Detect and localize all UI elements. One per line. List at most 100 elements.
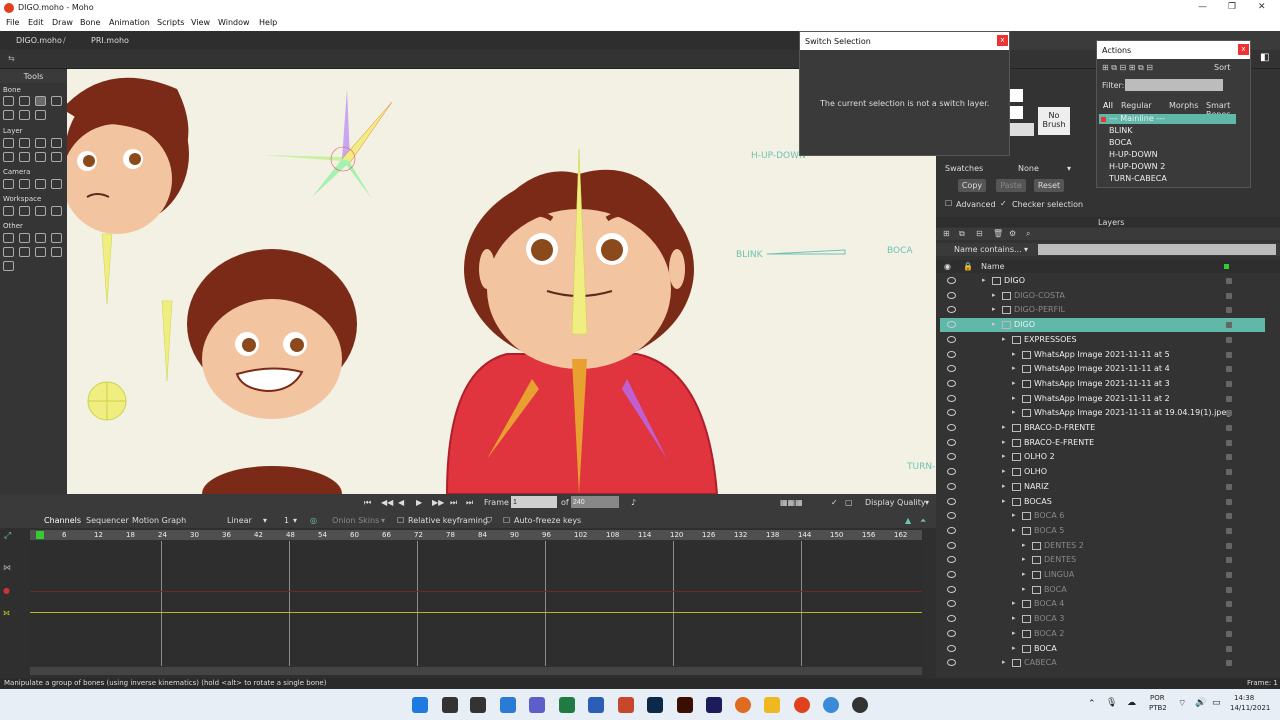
layer-row[interactable]: ▸ BOCA xyxy=(940,583,1265,597)
panel-toggle-icon[interactable]: ◧ xyxy=(1260,52,1269,63)
translate-layer-icon[interactable] xyxy=(19,138,30,148)
layer-color-icon[interactable] xyxy=(1226,572,1232,578)
interpolation-select[interactable]: Linear xyxy=(227,516,252,525)
step-forward-icon[interactable]: ⏭ xyxy=(450,498,457,508)
widgets-icon[interactable] xyxy=(500,697,516,713)
word-icon[interactable] xyxy=(588,697,604,713)
layer-color-icon[interactable] xyxy=(1226,483,1232,490)
expand-icon[interactable]: ▸ xyxy=(1012,599,1016,607)
eye-icon[interactable] xyxy=(947,629,956,637)
powerpoint-icon[interactable] xyxy=(618,697,634,713)
eye-icon[interactable] xyxy=(947,541,956,549)
collapse-icon[interactable]: ▲ xyxy=(905,516,911,525)
expand-icon[interactable]: ▸ xyxy=(1012,408,1016,416)
step-back-icon[interactable]: ◀◀ xyxy=(381,498,393,507)
layer-row[interactable]: ▸ CABECA xyxy=(940,656,1265,670)
layer-row[interactable]: ▸ DIGO xyxy=(940,274,1265,288)
checkbox-icon[interactable]: ✓ xyxy=(831,498,838,507)
orbit-workspace-icon[interactable] xyxy=(51,206,62,216)
teams-icon[interactable] xyxy=(529,697,545,713)
layer-color-icon[interactable] xyxy=(1226,542,1232,549)
layer-row[interactable]: ▸ BOCAS xyxy=(940,495,1265,509)
wifi-icon[interactable]: ⌔ xyxy=(1178,698,1186,709)
layer-color-icon[interactable] xyxy=(1226,645,1232,652)
layer-color-icon[interactable] xyxy=(1226,439,1232,446)
pan-workspace-icon[interactable] xyxy=(3,206,14,216)
action-h-up-down-2[interactable]: H-UP-DOWN 2 xyxy=(1109,162,1165,171)
expand-icon[interactable]: ▸ xyxy=(1012,511,1016,519)
paste-button[interactable]: Paste xyxy=(996,179,1026,192)
auto-freeze-keys[interactable]: Auto-freeze keys xyxy=(514,516,581,525)
microphone-icon[interactable]: 🎙 xyxy=(1106,698,1117,708)
display-quality[interactable]: Display Quality xyxy=(865,498,926,507)
action-boca[interactable]: BOCA xyxy=(1109,138,1132,147)
restore-icon[interactable]: ❐ xyxy=(1228,2,1236,12)
duplicate-layer-icon[interactable]: ⧉ xyxy=(959,229,965,239)
menu-edit[interactable]: Edit xyxy=(28,18,44,27)
language-line2[interactable]: PTB2 xyxy=(1149,704,1167,712)
expand-icon[interactable]: ⏶ xyxy=(920,516,926,526)
close-icon[interactable]: x xyxy=(1238,44,1249,55)
eye-icon[interactable] xyxy=(947,306,956,314)
layer-row[interactable]: ▸ DENTES xyxy=(940,553,1265,567)
layer-row[interactable]: ▸ BOCA 5 xyxy=(940,524,1265,538)
clock-date[interactable]: 14/11/2021 xyxy=(1230,704,1270,712)
eye-icon[interactable] xyxy=(947,379,956,387)
layer-settings-icon[interactable]: ⚙ xyxy=(1009,229,1016,238)
layer-color-icon[interactable] xyxy=(1226,307,1232,314)
name-column-header[interactable]: Name xyxy=(981,262,1005,271)
minimize-icon[interactable]: — xyxy=(1198,2,1207,12)
eye-icon[interactable] xyxy=(947,350,956,358)
onedrive-icon[interactable]: ☁ xyxy=(1127,698,1136,708)
expand-icon[interactable]: ▸ xyxy=(1012,350,1016,358)
layer-color-icon[interactable] xyxy=(1226,557,1232,564)
menu-window[interactable]: Window xyxy=(218,18,250,27)
eye-icon[interactable] xyxy=(947,526,956,534)
eye-icon[interactable] xyxy=(947,556,956,564)
volume-icon[interactable]: 🔊 xyxy=(1195,698,1206,708)
expand-icon[interactable]: ▸ xyxy=(1012,394,1016,402)
layer-color-icon[interactable] xyxy=(1226,322,1232,329)
relative-keyframing[interactable]: Relative keyframing xyxy=(408,516,488,525)
eye-icon[interactable] xyxy=(947,409,956,417)
other-tool-5-icon[interactable] xyxy=(3,247,14,257)
layer-row[interactable]: ▸ BOCA xyxy=(940,642,1265,656)
eye-icon[interactable] xyxy=(947,438,956,446)
expand-icon[interactable]: ▸ xyxy=(1012,364,1016,372)
eye-icon[interactable] xyxy=(947,585,956,593)
layer-row[interactable]: ▸ DENTES 2 xyxy=(940,539,1265,553)
layer-color-icon[interactable] xyxy=(1226,292,1232,299)
search-icon[interactable] xyxy=(442,697,458,713)
expand-icon[interactable]: ▸ xyxy=(982,276,986,284)
layer-row[interactable]: ▸ WhatsApp Image 2021-11-11 at 3 xyxy=(940,377,1265,391)
firefox-icon[interactable] xyxy=(735,697,751,713)
expand-icon[interactable]: ▸ xyxy=(1002,467,1006,475)
audio-icon[interactable]: ♪ xyxy=(631,498,636,507)
other-tool-7-icon[interactable] xyxy=(35,247,46,257)
zoom-camera-icon[interactable] xyxy=(19,179,30,189)
zoom-workspace-icon[interactable] xyxy=(19,206,30,216)
eye-icon[interactable] xyxy=(947,453,956,461)
layer-row[interactable]: ▸ OLHO xyxy=(940,465,1265,479)
timeline-scrollbar[interactable] xyxy=(30,667,922,675)
sort-button[interactable]: Sort xyxy=(1214,63,1230,72)
next-frame-icon[interactable]: ▶▶ xyxy=(432,498,444,507)
eye-icon[interactable] xyxy=(947,394,956,402)
eye-icon[interactable] xyxy=(947,424,956,431)
expand-icon[interactable]: ▸ xyxy=(1022,555,1026,563)
fill-swatch[interactable] xyxy=(1010,89,1023,102)
chevron-up-icon[interactable]: ⌃ xyxy=(1088,699,1096,709)
tab-digo[interactable]: DIGO.moho xyxy=(16,36,62,45)
layer-color-icon[interactable] xyxy=(1226,601,1232,608)
tab-sequencer[interactable]: Sequencer xyxy=(86,516,129,525)
scale-layer-icon[interactable] xyxy=(35,138,46,148)
illustrator-icon[interactable] xyxy=(677,697,693,713)
play-icon[interactable]: ▶ xyxy=(416,498,422,507)
layer-color-icon[interactable] xyxy=(1226,366,1232,373)
layer-row[interactable]: ▸ BOCA 6 xyxy=(940,509,1265,523)
layer-row[interactable]: ▸ BOCA 2 xyxy=(940,627,1265,641)
menu-draw[interactable]: Draw xyxy=(52,18,73,27)
task-view-icon[interactable] xyxy=(470,697,486,713)
interp-step[interactable]: 1 xyxy=(284,516,289,525)
eye-icon[interactable] xyxy=(947,277,956,284)
